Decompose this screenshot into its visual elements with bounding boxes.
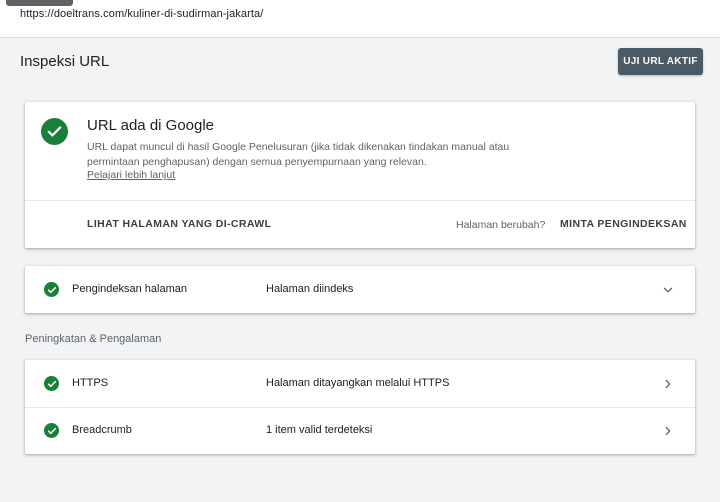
- row-label: HTTPS: [72, 377, 109, 389]
- learn-more-link[interactable]: Pelajari lebih lanjut: [87, 169, 175, 181]
- enhancements-heading: Peningkatan & Pengalaman: [25, 333, 162, 345]
- check-circle-icon: [44, 282, 59, 297]
- enhancement-row-breadcrumb[interactable]: Breadcrumb 1 item valid terdeteksi: [25, 407, 695, 454]
- row-value: Halaman diindeks: [266, 283, 354, 295]
- divider: [25, 200, 695, 201]
- enhancement-row-https[interactable]: HTTPS Halaman ditayangkan melalui HTTPS: [25, 360, 695, 407]
- check-circle-icon: [44, 423, 59, 438]
- page-indexing-row[interactable]: Pengindeksan halaman Halaman diindeks: [25, 266, 695, 313]
- status-title: URL ada di Google: [87, 117, 215, 134]
- inspected-url: https://doeltrans.com/kuliner-di-sudirma…: [20, 8, 264, 20]
- chevron-right-icon[interactable]: [661, 377, 675, 391]
- url-bar: https://doeltrans.com/kuliner-di-sudirma…: [0, 0, 720, 38]
- page-indexing-card: Pengindeksan halaman Halaman diindeks: [25, 266, 695, 313]
- row-label: Pengindeksan halaman: [72, 283, 187, 295]
- view-crawled-page-button[interactable]: LIHAT HALAMAN YANG DI-CRAWL: [87, 218, 271, 230]
- page-title: Inspeksi URL: [20, 53, 110, 70]
- index-status-card: URL ada di Google URL dapat muncul di ha…: [25, 102, 695, 248]
- row-value: Halaman ditayangkan melalui HTTPS: [266, 377, 450, 389]
- request-indexing-button[interactable]: MINTA PENGINDEKSAN: [560, 218, 687, 230]
- check-circle-icon: [41, 118, 68, 145]
- top-tab-handle[interactable]: [6, 0, 73, 6]
- check-circle-icon: [44, 376, 59, 391]
- enhancements-card: HTTPS Halaman ditayangkan melalui HTTPS …: [25, 360, 695, 454]
- row-label: Breadcrumb: [72, 424, 132, 436]
- status-description: URL dapat muncul di hasil Google Penelus…: [87, 141, 510, 168]
- chevron-down-icon[interactable]: [661, 283, 675, 297]
- test-live-url-button[interactable]: UJI URL AKTIF: [618, 48, 703, 75]
- row-value: 1 item valid terdeteksi: [266, 424, 373, 436]
- page-changed-text: Halaman berubah?: [456, 219, 546, 231]
- chevron-right-icon[interactable]: [661, 424, 675, 438]
